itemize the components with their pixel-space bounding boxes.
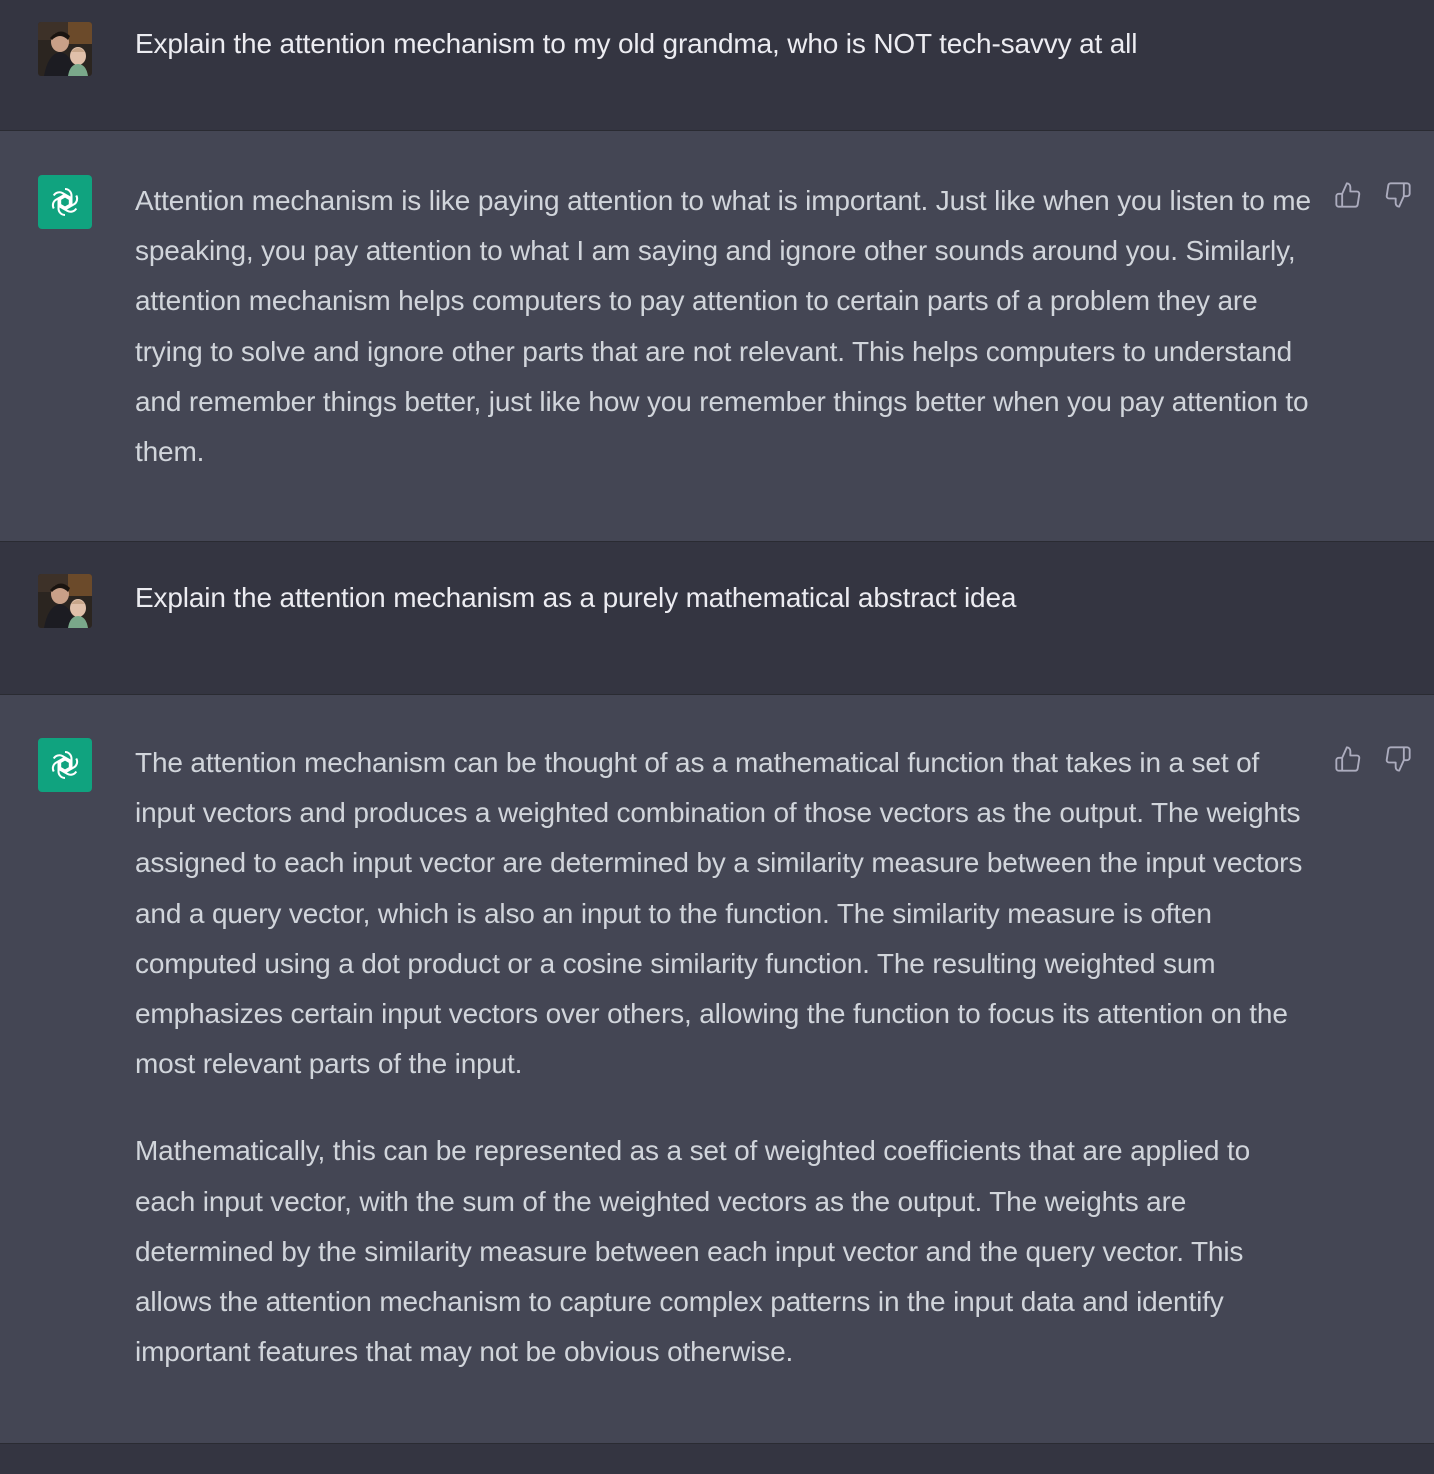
message-text: Attention mechanism is like paying atten… bbox=[135, 176, 1315, 477]
assistant-message: The attention mechanism can be thought o… bbox=[0, 695, 1434, 1444]
message-text: The attention mechanism can be thought o… bbox=[135, 738, 1315, 1377]
message-text: Explain the attention mechanism to my ol… bbox=[135, 28, 1138, 59]
message-paragraph: Mathematically, this can be represented … bbox=[135, 1135, 1251, 1368]
user-message: Explain the attention mechanism as a pur… bbox=[0, 542, 1434, 695]
chat-thread: Explain the attention mechanism to my ol… bbox=[0, 0, 1434, 1474]
message-text: Explain the attention mechanism as a pur… bbox=[135, 582, 1017, 613]
thumbs-down-icon[interactable] bbox=[1384, 181, 1412, 209]
thumbs-up-icon[interactable] bbox=[1334, 181, 1362, 209]
thread-footer bbox=[0, 1444, 1434, 1474]
user-photo-avatar bbox=[38, 22, 92, 76]
user-photo-avatar bbox=[38, 574, 92, 628]
feedback-buttons bbox=[1334, 745, 1412, 773]
openai-logo-icon bbox=[38, 175, 92, 229]
thumbs-up-icon[interactable] bbox=[1334, 745, 1362, 773]
openai-logo-icon bbox=[38, 738, 92, 792]
thumbs-down-icon[interactable] bbox=[1384, 745, 1412, 773]
assistant-message: Attention mechanism is like paying atten… bbox=[0, 131, 1434, 542]
feedback-buttons bbox=[1334, 181, 1412, 209]
message-paragraph: The attention mechanism can be thought o… bbox=[135, 747, 1303, 1080]
user-message: Explain the attention mechanism to my ol… bbox=[0, 0, 1434, 131]
message-paragraph: Attention mechanism is like paying atten… bbox=[135, 185, 1311, 468]
